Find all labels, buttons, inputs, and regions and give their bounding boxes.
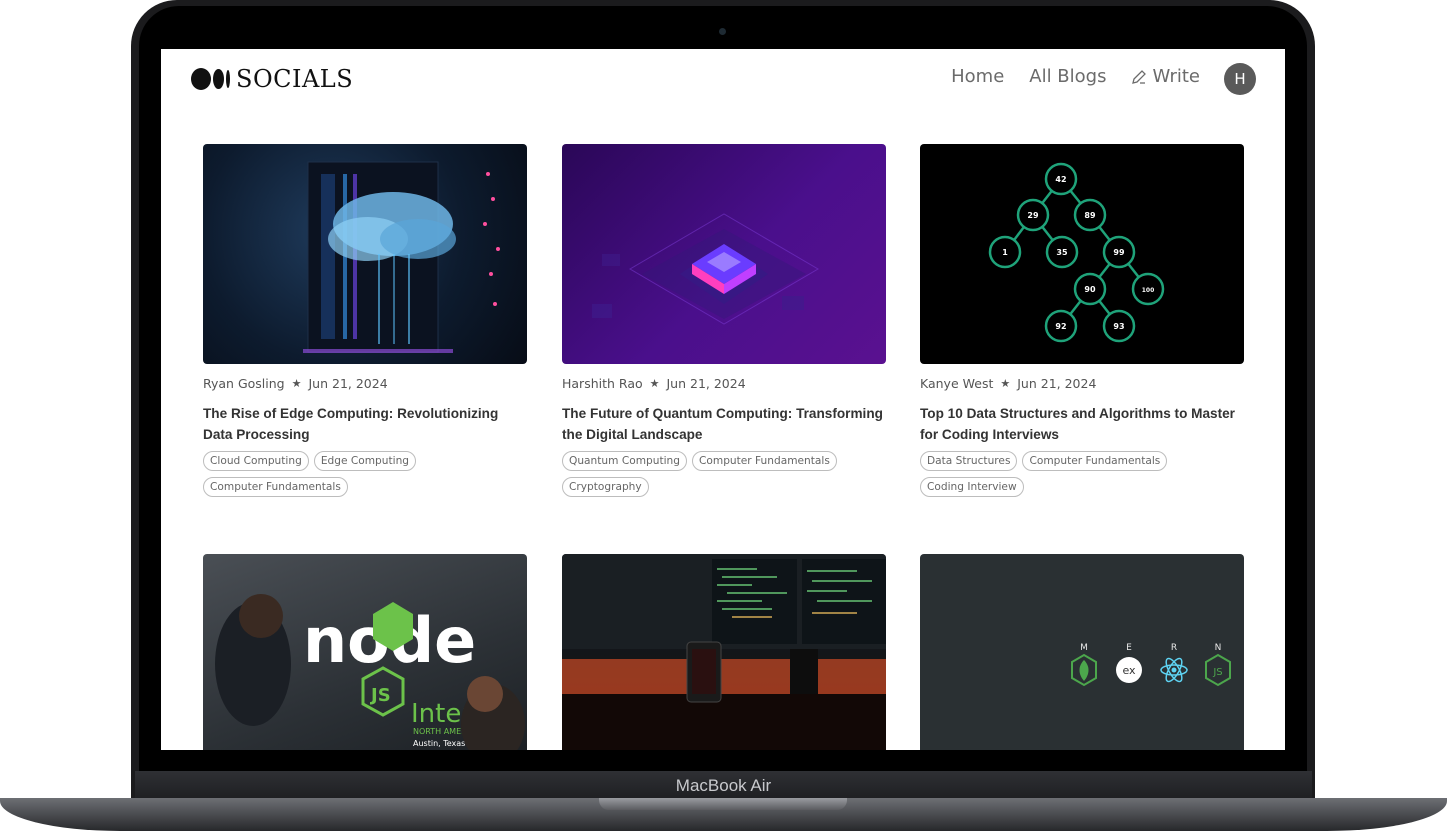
post-meta: Harshith Rao ★ Jun 21, 2024 — [562, 376, 886, 391]
tag[interactable]: Data Structures — [920, 451, 1018, 471]
city-text: Austin, Texas — [413, 739, 465, 748]
mern-letter: N — [1215, 643, 1222, 653]
tag-list: Quantum Computing Computer Fundamentals … — [562, 451, 886, 497]
tree-node-label: 99 — [1113, 248, 1125, 257]
coding-setup-image — [562, 554, 886, 750]
tag-list: Cloud Computing Edge Computing Computer … — [203, 451, 527, 497]
nav-links: Home All Blogs Write — [951, 66, 1200, 87]
author-name: Ryan Gosling — [203, 376, 285, 391]
tag[interactable]: Quantum Computing — [562, 451, 687, 471]
express-text: ex — [1122, 664, 1136, 677]
post-title[interactable]: Top 10 Data Structures and Algorithms to… — [920, 403, 1244, 445]
post-card-2[interactable]: Harshith Rao ★ Jun 21, 2024 The Future o… — [562, 144, 886, 497]
nav-write-link[interactable]: Write — [1131, 66, 1200, 87]
post-card-1[interactable]: Ryan Gosling ★ Jun 21, 2024 The Rise of … — [203, 144, 527, 497]
nav-home-link[interactable]: Home — [951, 66, 1004, 87]
tree-node-label: 92 — [1055, 322, 1066, 331]
post-date: Jun 21, 2024 — [1017, 376, 1097, 391]
tree-node-label: 100 — [1142, 287, 1155, 294]
write-label: Write — [1152, 66, 1200, 87]
top-nav: SOCIALS Home All Blogs Write H — [161, 49, 1285, 109]
post-card-3[interactable]: 42 29 89 1 35 99 90 100 92 93 Kanye West… — [920, 144, 1244, 497]
tree-node-label: 90 — [1084, 285, 1096, 294]
device-label: MacBook Air — [675, 776, 772, 795]
logo-text: SOCIALS — [236, 65, 354, 93]
avatar[interactable]: H — [1224, 63, 1256, 95]
mern-letter: E — [1126, 643, 1132, 653]
laptop-chin — [139, 750, 1307, 772]
tag[interactable]: Cryptography — [562, 477, 649, 497]
nodejs-interactive-image: node JS Intera NORTH AMERIC Austin, Texa… — [203, 554, 527, 750]
mern-letter: R — [1171, 643, 1177, 653]
edge-computing-image — [203, 144, 527, 364]
tree-node-label: 35 — [1056, 248, 1068, 257]
post-meta: Kanye West ★ Jun 21, 2024 — [920, 376, 1244, 391]
author-name: Harshith Rao — [562, 376, 643, 391]
star-icon: ★ — [1000, 377, 1011, 390]
tree-node-label: 42 — [1055, 175, 1066, 184]
post-title[interactable]: The Future of Quantum Computing: Transfo… — [562, 403, 886, 445]
tree-node-label: 1 — [1002, 248, 1008, 257]
nav-all-blogs-link[interactable]: All Blogs — [1029, 66, 1106, 87]
tag-list: Data Structures Computer Fundamentals Co… — [920, 451, 1244, 497]
post-date: Jun 21, 2024 — [666, 376, 746, 391]
logo-mark-icon — [191, 68, 230, 90]
post-card-4[interactable]: node JS Intera NORTH AMERIC Austin, Texa… — [203, 554, 527, 750]
binary-tree-image: 42 29 89 1 35 99 90 100 92 93 — [920, 144, 1244, 364]
tag[interactable]: Computer Fundamentals — [692, 451, 837, 471]
logo[interactable]: SOCIALS — [191, 65, 353, 93]
post-card-5[interactable] — [562, 554, 886, 750]
post-meta: Ryan Gosling ★ Jun 21, 2024 — [203, 376, 527, 391]
camera-icon — [719, 28, 726, 35]
tree-node-label: 89 — [1084, 211, 1096, 220]
tree-node-label: 93 — [1113, 322, 1124, 331]
author-name: Kanye West — [920, 376, 994, 391]
tree-node-label: 29 — [1027, 211, 1039, 220]
mern-letter: M — [1080, 643, 1088, 653]
post-card-6[interactable]: M E R N ex JS — [920, 554, 1244, 750]
svg-text:JS: JS — [1212, 667, 1222, 678]
star-icon: ★ — [291, 377, 302, 390]
browser-screen: SOCIALS Home All Blogs Write H Ryan Gosl… — [161, 49, 1285, 750]
star-icon: ★ — [649, 377, 660, 390]
post-date: Jun 21, 2024 — [308, 376, 388, 391]
tag[interactable]: Computer Fundamentals — [203, 477, 348, 497]
tag[interactable]: Cloud Computing — [203, 451, 309, 471]
laptop-base: MacBook Air — [0, 771, 1447, 831]
tag[interactable]: Coding Interview — [920, 477, 1024, 497]
quantum-chip-image — [562, 144, 886, 364]
mern-stack-image: M E R N ex JS — [920, 554, 1244, 750]
svg-text:JS: JS — [369, 685, 391, 706]
pen-icon — [1132, 69, 1147, 84]
tag[interactable]: Computer Fundamentals — [1022, 451, 1168, 471]
tag[interactable]: Edge Computing — [313, 451, 417, 471]
post-title[interactable]: The Rise of Edge Computing: Revolutioniz… — [203, 403, 527, 445]
